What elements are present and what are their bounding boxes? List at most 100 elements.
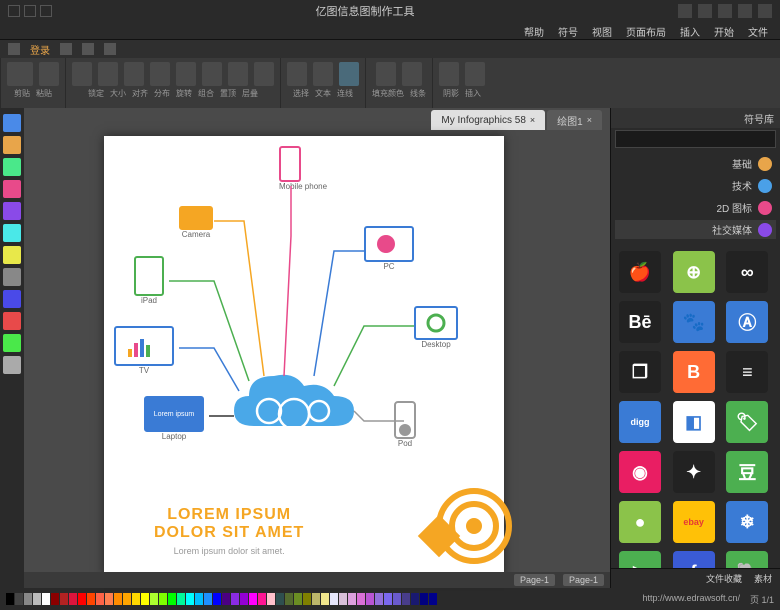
maximize-icon[interactable] — [24, 5, 36, 17]
tool-button[interactable] — [3, 268, 21, 286]
symbol-icon[interactable]: 🐘 — [726, 551, 768, 568]
lock-button[interactable] — [72, 62, 92, 86]
palette-swatch[interactable] — [357, 593, 365, 605]
tool-button[interactable] — [3, 114, 21, 132]
tool-icon[interactable] — [698, 4, 712, 18]
palette-swatch[interactable] — [69, 593, 77, 605]
palette-swatch[interactable] — [312, 593, 320, 605]
distribute-button[interactable] — [150, 62, 170, 86]
symbol-icon[interactable]: ≡ — [726, 351, 768, 393]
palette-swatch[interactable] — [258, 593, 266, 605]
palette-swatch[interactable] — [195, 593, 203, 605]
tool-button[interactable] — [3, 158, 21, 176]
paste-button[interactable] — [7, 62, 33, 86]
tool-button[interactable] — [3, 224, 21, 242]
symbol-icon[interactable]: ▶ — [619, 551, 661, 568]
palette-swatch[interactable] — [15, 593, 23, 605]
palette-swatch[interactable] — [402, 593, 410, 605]
palette-swatch[interactable] — [132, 593, 140, 605]
symbol-icon[interactable]: ◧ — [673, 401, 715, 443]
select-button[interactable] — [287, 62, 307, 86]
palette-swatch[interactable] — [42, 593, 50, 605]
palette-swatch[interactable] — [123, 593, 131, 605]
layer-button[interactable] — [254, 62, 274, 86]
menu-insert[interactable]: 插入 — [680, 24, 700, 37]
cut-button[interactable] — [39, 62, 59, 86]
footer-tab[interactable]: 素材 — [754, 572, 772, 585]
symbol-icon[interactable]: Bē — [619, 301, 661, 343]
palette-swatch[interactable] — [96, 593, 104, 605]
symbol-icon[interactable]: ebay — [673, 501, 715, 543]
symbol-icon[interactable]: ❒ — [619, 351, 661, 393]
category-item[interactable]: 技术 — [615, 176, 776, 195]
palette-swatch[interactable] — [249, 593, 257, 605]
rotate-button[interactable] — [176, 62, 196, 86]
qa-icon[interactable] — [82, 43, 94, 55]
palette-swatch[interactable] — [303, 593, 311, 605]
login-link[interactable]: 登录 — [30, 42, 50, 57]
tab-document-1[interactable]: 绘图1× — [547, 110, 602, 130]
palette-swatch[interactable] — [51, 593, 59, 605]
tool-icon[interactable] — [758, 4, 772, 18]
menu-help[interactable]: 帮助 — [524, 24, 544, 37]
close-icon[interactable] — [8, 5, 20, 17]
tool-button[interactable] — [3, 246, 21, 264]
symbol-icon[interactable]: 🏷 — [726, 401, 768, 443]
page-tab[interactable]: Page-1 — [514, 574, 555, 586]
qa-icon[interactable] — [60, 43, 72, 55]
menu-start[interactable]: 开始 — [714, 24, 734, 37]
front-button[interactable] — [228, 62, 248, 86]
insert-button[interactable] — [465, 62, 485, 86]
close-icon[interactable]: × — [587, 115, 592, 125]
tool-icon[interactable] — [678, 4, 692, 18]
tool-icon[interactable] — [738, 4, 752, 18]
palette-swatch[interactable] — [231, 593, 239, 605]
palette-swatch[interactable] — [222, 593, 230, 605]
palette-swatch[interactable] — [339, 593, 347, 605]
symbol-icon[interactable]: ❄ — [726, 501, 768, 543]
tool-button[interactable] — [3, 136, 21, 154]
qa-icon[interactable] — [104, 43, 116, 55]
palette-swatch[interactable] — [105, 593, 113, 605]
palette-swatch[interactable] — [33, 593, 41, 605]
footer-tab[interactable]: 文件收藏 — [706, 572, 742, 585]
minimize-icon[interactable] — [40, 5, 52, 17]
palette-swatch[interactable] — [6, 593, 14, 605]
palette-swatch[interactable] — [213, 593, 221, 605]
palette-swatch[interactable] — [78, 593, 86, 605]
category-item[interactable]: 基础 — [615, 154, 776, 173]
palette-swatch[interactable] — [366, 593, 374, 605]
palette-swatch[interactable] — [411, 593, 419, 605]
palette-swatch[interactable] — [87, 593, 95, 605]
group-button[interactable] — [202, 62, 222, 86]
tool-icon[interactable] — [718, 4, 732, 18]
palette-swatch[interactable] — [168, 593, 176, 605]
text-button[interactable] — [313, 62, 333, 86]
palette-swatch[interactable] — [177, 593, 185, 605]
symbol-icon[interactable]: 🍎 — [619, 251, 661, 293]
palette-swatch[interactable] — [420, 593, 428, 605]
fill-button[interactable] — [376, 62, 396, 86]
menu-view[interactable]: 视图 — [592, 24, 612, 37]
page-tab[interactable]: Page-1 — [563, 574, 604, 586]
line-button[interactable] — [402, 62, 422, 86]
menu-layout[interactable]: 页面布局 — [626, 24, 666, 37]
palette-swatch[interactable] — [393, 593, 401, 605]
canvas[interactable]: Mobile phone Camera PC iPad TV — [104, 136, 504, 576]
palette-swatch[interactable] — [267, 593, 275, 605]
palette-swatch[interactable] — [375, 593, 383, 605]
symbol-icon[interactable]: ◉ — [619, 451, 661, 493]
palette-swatch[interactable] — [204, 593, 212, 605]
symbol-icon[interactable]: 豆 — [726, 451, 768, 493]
menu-symbol[interactable]: 符号 — [558, 24, 578, 37]
symbol-search-input[interactable] — [615, 130, 776, 148]
symbol-icon[interactable]: f — [673, 551, 715, 568]
palette-swatch[interactable] — [429, 593, 437, 605]
symbol-icon[interactable]: B — [673, 351, 715, 393]
tool-button[interactable] — [3, 180, 21, 198]
symbol-icon[interactable]: ● — [619, 501, 661, 543]
palette-swatch[interactable] — [330, 593, 338, 605]
palette-swatch[interactable] — [24, 593, 32, 605]
palette-swatch[interactable] — [321, 593, 329, 605]
palette-swatch[interactable] — [114, 593, 122, 605]
